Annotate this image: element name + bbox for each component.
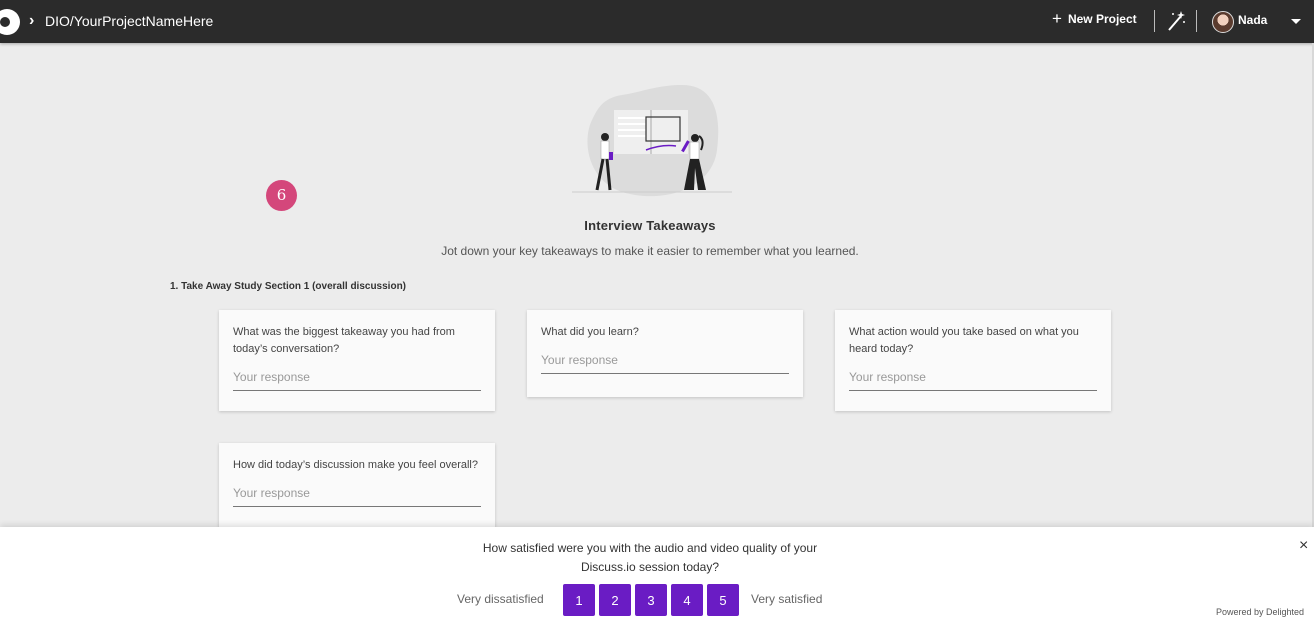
page-subtitle: Jot down your key takeaways to make it e… bbox=[441, 244, 859, 258]
plus-icon: + bbox=[1052, 9, 1062, 28]
card-question: What action would you take based on what… bbox=[849, 326, 1079, 355]
page-title: Interview Takeaways bbox=[584, 218, 716, 233]
close-icon[interactable]: × bbox=[1299, 537, 1308, 555]
section-title: 1. Take Away Study Section 1 (overall di… bbox=[170, 281, 407, 292]
card-question: What was the biggest takeaway you had fr… bbox=[233, 326, 455, 355]
new-project-button[interactable]: + New Project bbox=[1052, 9, 1137, 28]
step-badge: 6 bbox=[266, 180, 297, 211]
response-input[interactable] bbox=[849, 370, 1097, 391]
user-name[interactable]: Nada bbox=[1238, 13, 1267, 27]
card-question: How did today’s discussion make you feel… bbox=[233, 459, 478, 471]
rating-button-3[interactable]: 3 bbox=[635, 584, 667, 616]
response-input[interactable] bbox=[233, 486, 481, 507]
takeaway-card: What did you learn? bbox=[527, 310, 803, 397]
rating-button-5[interactable]: 5 bbox=[707, 584, 739, 616]
rating-button-2[interactable]: 2 bbox=[599, 584, 631, 616]
chevron-right-icon: › bbox=[29, 12, 35, 29]
breadcrumb[interactable]: DIO/YourProjectNameHere bbox=[45, 13, 213, 29]
divider bbox=[1196, 10, 1197, 32]
rating-scale: 1 2 3 4 5 bbox=[563, 584, 739, 616]
high-scale-label: Very satisfied bbox=[751, 592, 823, 606]
response-input[interactable] bbox=[541, 353, 789, 374]
low-scale-label: Very dissatisfied bbox=[457, 592, 544, 606]
new-project-label: New Project bbox=[1067, 12, 1137, 26]
takeaway-card: What was the biggest takeaway you had fr… bbox=[219, 310, 495, 411]
card-question: What did you learn? bbox=[541, 326, 639, 338]
response-input[interactable] bbox=[233, 370, 481, 391]
top-navigation-bar: › DIO/YourProjectNameHere + New Project … bbox=[0, 0, 1314, 43]
powered-by-link[interactable]: Powered by Delighted bbox=[1216, 607, 1304, 617]
survey-question: How satisfied were you with the audio an… bbox=[440, 539, 860, 577]
magic-wand-icon[interactable] bbox=[1166, 10, 1186, 32]
satisfaction-survey-panel: How satisfied were you with the audio an… bbox=[0, 527, 1314, 627]
interview-illustration bbox=[572, 85, 732, 197]
rating-button-4[interactable]: 4 bbox=[671, 584, 703, 616]
rating-button-1[interactable]: 1 bbox=[563, 584, 595, 616]
chevron-down-icon[interactable] bbox=[1291, 19, 1301, 24]
takeaway-card: What action would you take based on what… bbox=[835, 310, 1111, 411]
divider bbox=[1154, 10, 1155, 32]
survey-question-line: How satisfied were you with the audio an… bbox=[482, 541, 818, 555]
survey-question-line: Discuss.io session today? bbox=[580, 560, 720, 574]
avatar[interactable] bbox=[1212, 11, 1234, 33]
discuss-logo-icon[interactable] bbox=[0, 9, 20, 35]
